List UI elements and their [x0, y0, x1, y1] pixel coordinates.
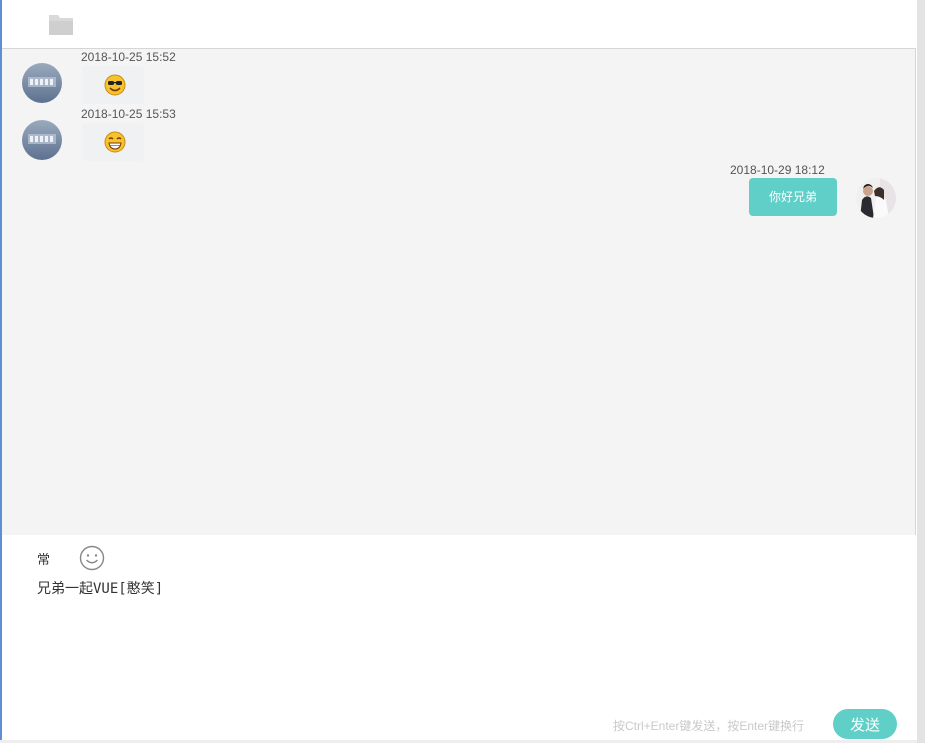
send-button[interactable]: 发送	[833, 709, 897, 739]
contact-avatar[interactable]	[22, 63, 62, 103]
scrollbar-track[interactable]	[917, 0, 925, 743]
smile-icon[interactable]	[79, 545, 105, 571]
message-timestamp: 2018-10-29 18:12	[730, 163, 825, 177]
folder-icon[interactable]	[48, 12, 74, 36]
message-item-self: 2018-10-29 18:12 你好兄弟	[2, 163, 915, 223]
message-timestamp: 2018-10-25 15:52	[81, 50, 176, 64]
chat-window: 2018-10-25 15:52 2018-10-25 15:53 2018-1…	[0, 0, 925, 743]
cool-sunglasses-emoji-icon	[104, 74, 126, 96]
contact-avatar[interactable]	[22, 120, 62, 160]
input-panel: 常 兄弟一起VUE[憨笑] 按Ctrl+Enter键发送，按Enter键换行 发…	[2, 535, 917, 740]
message-timestamp: 2018-10-25 15:53	[81, 107, 176, 121]
grin-emoji-icon	[104, 131, 126, 153]
message-input[interactable]: 兄弟一起VUE[憨笑]	[37, 578, 857, 598]
chat-header	[2, 0, 917, 48]
message-item: 2018-10-25 15:53	[2, 106, 915, 164]
message-bubble[interactable]	[82, 66, 144, 104]
message-item: 2018-10-25 15:52	[2, 49, 915, 107]
message-bubble[interactable]: 你好兄弟	[749, 178, 837, 216]
send-shortcut-hint: 按Ctrl+Enter键发送，按Enter键换行	[613, 719, 805, 733]
frequent-phrases-button[interactable]: 常	[37, 549, 50, 568]
message-list[interactable]: 2018-10-25 15:52 2018-10-25 15:53 2018-1…	[2, 48, 916, 536]
message-bubble[interactable]	[82, 123, 144, 161]
user-avatar[interactable]	[856, 178, 896, 218]
